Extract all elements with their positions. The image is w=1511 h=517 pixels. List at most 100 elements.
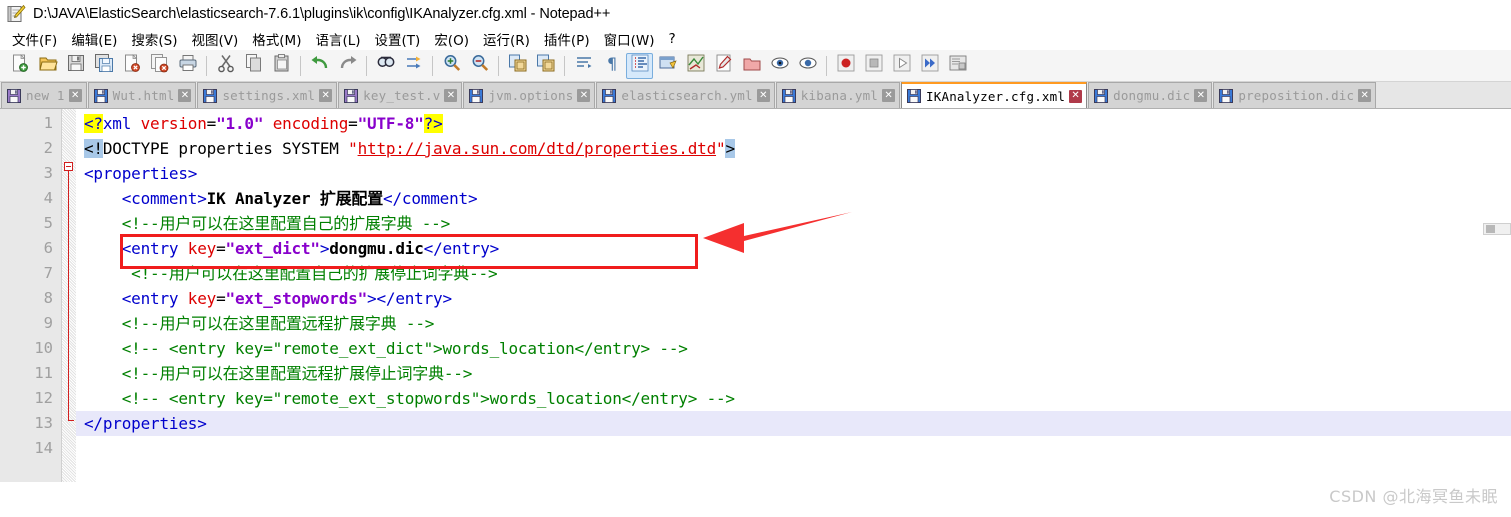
- fold-margin[interactable]: [62, 109, 76, 482]
- new-file-icon: [10, 53, 30, 78]
- toolbar-cut-button[interactable]: [212, 53, 239, 79]
- tab-elasticsearch-yml[interactable]: elasticsearch.yml ✕: [596, 82, 775, 108]
- tab-preposition-dic[interactable]: preposition.dic ✕: [1213, 82, 1377, 108]
- code-line-2[interactable]: <!DOCTYPE properties SYSTEM "http://java…: [76, 136, 1511, 161]
- code-line-8[interactable]: <entry key="ext_stopwords"></entry>: [76, 286, 1511, 311]
- tab-close-icon[interactable]: ✕: [319, 89, 333, 102]
- code-line-13[interactable]: </properties>: [76, 411, 1511, 436]
- menu-macro[interactable]: 宏(O): [427, 28, 476, 50]
- code-token: <!--用户可以在这里配置自己的扩展停止词字典-->: [131, 264, 498, 283]
- toolbar-zoom-in-button[interactable]: [438, 53, 465, 79]
- toolbar-stop-record-button[interactable]: [860, 53, 887, 79]
- toolbar-save-macro-button[interactable]: [944, 53, 971, 79]
- toolbar-monitoring-button[interactable]: [794, 53, 821, 79]
- code-token: </properties>: [84, 414, 207, 433]
- horizontal-scrollbar[interactable]: [1483, 223, 1511, 235]
- menu-file[interactable]: 文件(F): [5, 28, 64, 50]
- menu-edit[interactable]: 编辑(E): [64, 28, 124, 50]
- tab-new-1[interactable]: new 1 ✕: [1, 82, 87, 108]
- code-token: </comment>: [383, 189, 478, 208]
- toolbar-doc-map-button[interactable]: [710, 53, 737, 79]
- toolbar-replace-button[interactable]: [400, 53, 427, 79]
- code-text[interactable]: <?xml version="1.0" encoding="UTF-8"?> <!…: [76, 109, 1511, 482]
- code-line-1[interactable]: <?xml version="1.0" encoding="UTF-8"?>: [76, 111, 1511, 136]
- code-line-6[interactable]: <entry key="ext_dict">dongmu.dic</entry>: [76, 236, 1511, 261]
- toolbar-show-ui-button[interactable]: [654, 53, 681, 79]
- toolbar-undo-button[interactable]: [306, 53, 333, 79]
- toolbar-redo-button[interactable]: [334, 53, 361, 79]
- toolbar-zoom-out-button[interactable]: [466, 53, 493, 79]
- tab-jvm-options[interactable]: jvm.options ✕: [463, 82, 596, 108]
- toolbar-function-list-button[interactable]: [738, 53, 765, 79]
- tab-close-icon[interactable]: ✕: [178, 89, 192, 102]
- tab-settings-xml[interactable]: settings.xml ✕: [197, 82, 338, 108]
- toolbar-folder-as-workspace-button[interactable]: [766, 53, 793, 79]
- toolbar-paste-button[interactable]: [268, 53, 295, 79]
- code-line-7[interactable]: <!--用户可以在这里配置自己的扩展停止词字典-->: [76, 261, 1511, 286]
- menu-settings[interactable]: 设置(T): [368, 28, 428, 50]
- code-line-3[interactable]: <properties>: [76, 161, 1511, 186]
- menu-plugins[interactable]: 插件(P): [537, 28, 597, 50]
- menu-view[interactable]: 视图(V): [185, 28, 246, 50]
- folder-as-workspace-icon: [770, 53, 790, 78]
- toolbar-copy-button[interactable]: [240, 53, 267, 79]
- toolbar-play-macro-button[interactable]: [888, 53, 915, 79]
- line-number: 7: [43, 264, 53, 282]
- toolbar-save-button[interactable]: [62, 53, 89, 79]
- menu-language[interactable]: 语言(L): [308, 28, 367, 50]
- tab-close-icon[interactable]: ✕: [1194, 89, 1208, 102]
- code-line-9[interactable]: <!--用户可以在这里配置远程扩展字典 -->: [76, 311, 1511, 336]
- code-line-5[interactable]: <!--用户可以在这里配置自己的扩展字典 -->: [76, 211, 1511, 236]
- tab-ikanalyzer-cfg-xml[interactable]: IKAnalyzer.cfg.xml ✕: [901, 82, 1088, 108]
- toolbar-record-macro-button[interactable]: [832, 53, 859, 79]
- code-token: >: [319, 239, 330, 258]
- menu-help[interactable]: ?: [661, 30, 682, 48]
- code-token: <!--用户可以在这里配置远程扩展字典 -->: [121, 314, 435, 333]
- line-number: 11: [34, 364, 53, 382]
- toolbar-find-button[interactable]: [372, 53, 399, 79]
- tab-close-icon[interactable]: ✕: [68, 89, 82, 102]
- toolbar-close-file-button[interactable]: [118, 53, 145, 79]
- tab-close-icon[interactable]: ✕: [756, 89, 770, 102]
- toolbar-print-button[interactable]: [174, 53, 201, 79]
- toolbar-sync-horizontal-scroll-button[interactable]: [532, 53, 559, 79]
- find-icon: [376, 53, 396, 78]
- tab-wut-html[interactable]: Wut.html ✕: [87, 82, 197, 108]
- tab-kibana-yml[interactable]: kibana.yml ✕: [775, 82, 901, 108]
- tab-close-icon[interactable]: ✕: [882, 89, 896, 102]
- toolbar-run-macro-multiple-button[interactable]: [916, 53, 943, 79]
- toolbar-sync-vertical-scroll-button[interactable]: [504, 53, 531, 79]
- tab-label: elasticsearch.yml: [621, 88, 753, 103]
- tab-key-test-v[interactable]: key_test.v ✕: [338, 82, 463, 108]
- code-line-14[interactable]: [76, 436, 1511, 461]
- menu-format[interactable]: 格式(M): [245, 28, 308, 50]
- code-line-12[interactable]: <!-- <entry key="remote_ext_stopwords">w…: [76, 386, 1511, 411]
- tab-close-icon[interactable]: ✕: [1358, 89, 1372, 102]
- menu-search[interactable]: 搜索(S): [124, 28, 184, 50]
- toolbar-indent-guide-button[interactable]: [626, 52, 653, 79]
- toolbar-word-wrap-button[interactable]: [570, 53, 597, 79]
- toolbar-open-file-button[interactable]: [34, 53, 61, 79]
- toolbar-save-all-button[interactable]: [90, 53, 117, 79]
- tab-close-icon[interactable]: ✕: [577, 89, 591, 102]
- toolbar-new-file-button[interactable]: [6, 53, 33, 79]
- toolbar-user-defined-language-button[interactable]: [682, 53, 709, 79]
- editor-area[interactable]: 1 2 3 4 5 6 7 8 9 10 11 12 13 14 <?xml version="1.0" …: [0, 109, 1511, 482]
- tab-close-icon[interactable]: ✕: [444, 89, 458, 102]
- code-line-11[interactable]: <!--用户可以在这里配置远程扩展停止词字典-->: [76, 361, 1511, 386]
- toolbar-show-all-chars-button[interactable]: ¶: [598, 53, 625, 79]
- code-line-4[interactable]: <comment>IK Analyzer 扩展配置</comment>: [76, 186, 1511, 211]
- menu-window[interactable]: 窗口(W): [597, 28, 662, 50]
- fold-collapse-icon[interactable]: [64, 162, 73, 171]
- tab-label: preposition.dic: [1238, 88, 1355, 103]
- tab-close-icon[interactable]: ✕: [1069, 89, 1083, 103]
- toolbar-close-all-button[interactable]: [146, 53, 173, 79]
- code-line-10[interactable]: <!-- <entry key="remote_ext_dict">words_…: [76, 336, 1511, 361]
- line-number: 10: [34, 339, 53, 357]
- tab-dongmu-dic[interactable]: dongmu.dic ✕: [1088, 82, 1213, 108]
- menu-run[interactable]: 运行(R): [476, 28, 537, 50]
